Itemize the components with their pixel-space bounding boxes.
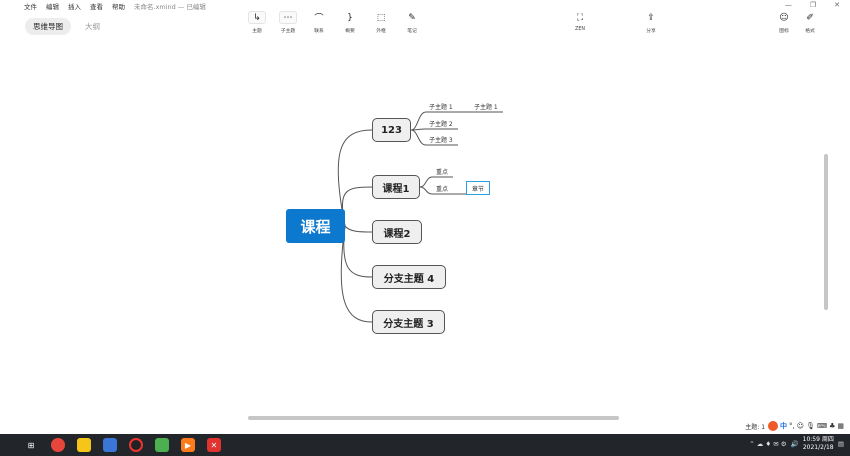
subtopic-1[interactable]: 子主题 1: [429, 102, 453, 111]
branch-topic-course2[interactable]: 课程2: [372, 220, 422, 244]
branch-topic-3[interactable]: 分支主题 3: [372, 310, 445, 334]
keypoint-1[interactable]: 重点: [436, 167, 448, 176]
notification-icon[interactable]: ▤: [838, 440, 844, 448]
app-icon-blue[interactable]: [103, 438, 117, 452]
branch-topic-course1[interactable]: 课程1: [372, 175, 420, 199]
app-icon-green[interactable]: [155, 438, 169, 452]
selected-topic-chapter[interactable]: 章节: [466, 181, 490, 195]
horizontal-scrollbar[interactable]: [248, 416, 619, 420]
recorder-icon[interactable]: [129, 438, 143, 452]
emoji-icon[interactable]: ☺: [797, 422, 804, 430]
clock[interactable]: 10:59 周四 2021/2/18: [803, 436, 834, 452]
volume-icon[interactable]: 🔊: [791, 440, 799, 448]
punctuation-icon[interactable]: °,: [789, 422, 795, 430]
keypoint-2[interactable]: 重点: [436, 184, 448, 193]
subtopic-1-child[interactable]: 子主题 1: [474, 102, 498, 111]
branch-topic-4[interactable]: 分支主题 4: [372, 265, 446, 289]
windows-start-icon[interactable]: ⊞: [24, 438, 38, 452]
ime-chinese-mode[interactable]: 中: [780, 421, 787, 431]
topic-count: 主题: 1: [745, 423, 766, 431]
root-topic[interactable]: 课程: [286, 209, 345, 243]
file-explorer-icon[interactable]: [77, 438, 91, 452]
sogou-logo-icon: [768, 421, 779, 431]
vertical-scrollbar[interactable]: [824, 154, 828, 310]
status-bar: 主题: 1 中 °, ☺ 🎙 ⌨ ♣ ▦: [745, 421, 844, 431]
grid-icon[interactable]: ▦: [837, 422, 844, 430]
microphone-icon[interactable]: 🎙: [806, 422, 815, 430]
chrome-icon[interactable]: [51, 438, 65, 452]
clock-date: 2021/2/18: [802, 444, 834, 451]
keyboard-icon[interactable]: ⌨: [817, 422, 827, 430]
tray-app-icons[interactable]: ⌃ ☁ ♦ ✉ ⚙: [749, 440, 786, 448]
subtopic-3[interactable]: 子主题 3: [429, 135, 453, 144]
clock-time: 10:59 周四: [802, 436, 834, 443]
skin-icon[interactable]: ♣: [829, 422, 835, 430]
xmind-icon[interactable]: ✕: [207, 438, 221, 452]
branch-topic-123[interactable]: 123: [372, 118, 411, 142]
video-player-icon[interactable]: ▶: [181, 438, 195, 452]
subtopic-2[interactable]: 子主题 2: [429, 119, 453, 128]
windows-taskbar: ⊞ ▶ ✕ ⌃ ☁ ♦ ✉ ⚙ 🔊 10:59 周四 2021/2/18 ▤: [0, 434, 850, 456]
mindmap-connectors: [337, 111, 503, 323]
system-tray: ⌃ ☁ ♦ ✉ ⚙ 🔊 10:59 周四 2021/2/18 ▤: [749, 436, 844, 452]
ime-toolbar[interactable]: 中 °, ☺ 🎙 ⌨ ♣ ▦: [768, 421, 844, 431]
